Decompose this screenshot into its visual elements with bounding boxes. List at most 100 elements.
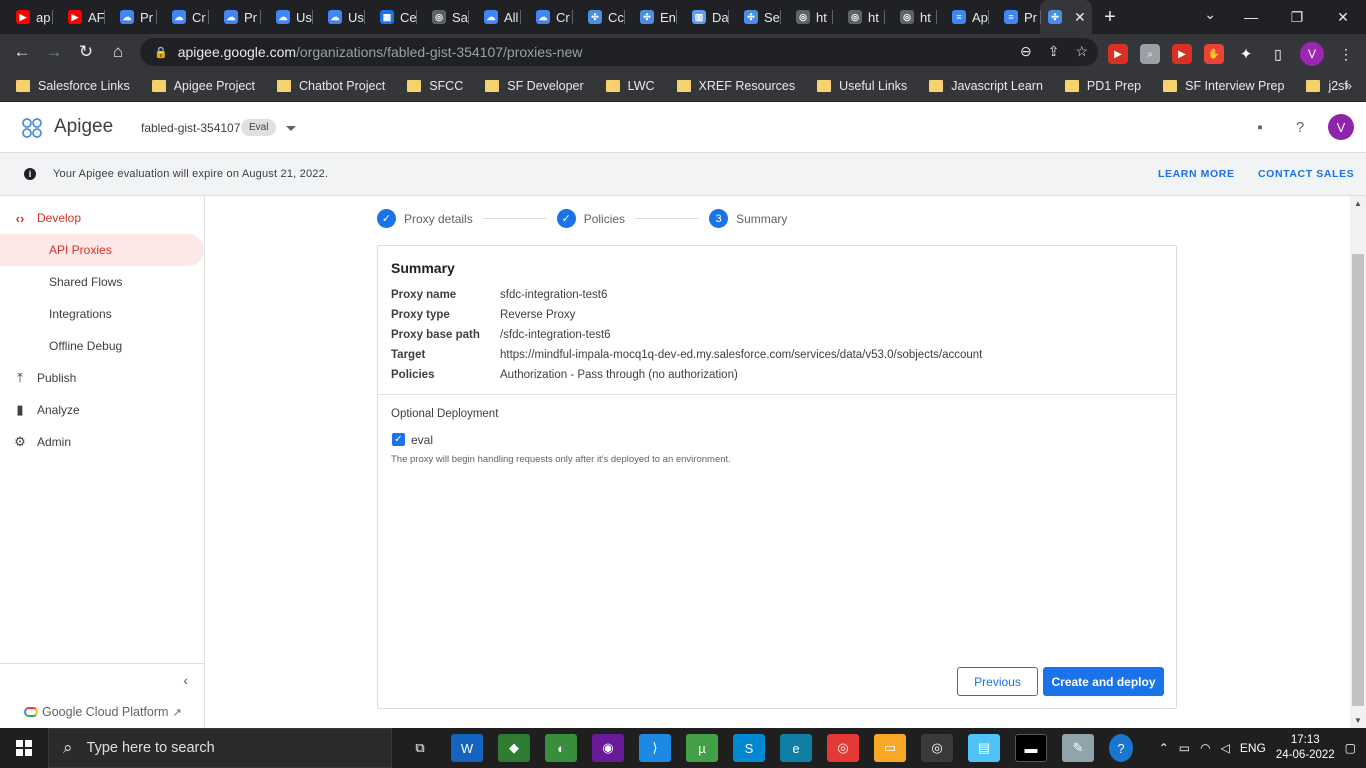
wifi-icon[interactable]: ◠ bbox=[1200, 741, 1210, 755]
browser-tab[interactable]: ▦ Ce bbox=[364, 0, 416, 34]
sidebar-item-analyze[interactable]: ▮ Analyze bbox=[0, 394, 204, 426]
browser-tab[interactable]: ☁ All bbox=[468, 0, 520, 34]
battery-icon[interactable]: ▭ bbox=[1179, 741, 1190, 755]
utorrent-icon[interactable]: µ bbox=[686, 734, 718, 762]
chevron-left-icon[interactable]: ‹ bbox=[183, 672, 188, 688]
minimize-icon[interactable]: — bbox=[1228, 0, 1274, 34]
sidebar-item-offline-debug[interactable]: Offline Debug bbox=[0, 330, 204, 362]
paint-icon[interactable]: ✎ bbox=[1062, 734, 1094, 762]
browser-tab-active[interactable]: ✣ ✕ bbox=[1040, 0, 1092, 34]
app-icon[interactable]: ▤ bbox=[968, 734, 1000, 762]
home-icon[interactable]: ⌂ bbox=[102, 36, 134, 68]
contact-sales-link[interactable]: CONTACT SALES bbox=[1258, 168, 1354, 180]
step-policies[interactable]: ✓ Policies bbox=[556, 209, 625, 228]
browser-tab[interactable]: ≡ Pr bbox=[988, 0, 1040, 34]
chrome-profile-icon[interactable]: ◎ bbox=[921, 734, 953, 762]
chevron-up-icon[interactable]: ⌃ bbox=[1159, 741, 1169, 755]
taskbar-search[interactable]: ⌕ Type here to search bbox=[48, 728, 392, 768]
browser-tab[interactable]: ≡ Ap bbox=[936, 0, 988, 34]
bookmark-folder[interactable]: XREF Resources bbox=[676, 79, 795, 93]
address-bar[interactable]: 🔒 apigee.google.com/organizations/fabled… bbox=[140, 38, 1098, 66]
windows-start-button[interactable] bbox=[0, 728, 48, 768]
help-icon[interactable]: ? bbox=[1288, 115, 1312, 139]
scroll-up-arrow-icon[interactable]: ▲ bbox=[1354, 199, 1362, 208]
sidebar-item-admin[interactable]: ⚙ Admin bbox=[0, 426, 204, 458]
app-name[interactable]: Apigee bbox=[54, 116, 113, 138]
apigee-logo-icon[interactable] bbox=[20, 116, 44, 140]
task-view-icon[interactable]: ⧉ bbox=[404, 734, 436, 762]
bookmark-folder[interactable]: PD1 Prep bbox=[1064, 79, 1141, 93]
dropdown-arrow-icon[interactable] bbox=[286, 126, 296, 131]
reload-icon[interactable]: ↻ bbox=[70, 36, 102, 68]
learn-more-link[interactable]: LEARN MORE bbox=[1158, 168, 1235, 180]
scrollbar[interactable]: ▲ ▼ bbox=[1350, 196, 1366, 728]
chrome-icon[interactable]: ◎ bbox=[827, 734, 859, 762]
kebab-menu-icon[interactable]: ⋮ bbox=[1336, 44, 1356, 64]
browser-tab[interactable]: ☁ Pr bbox=[104, 0, 156, 34]
share-icon[interactable]: ⇪ bbox=[1048, 43, 1060, 60]
scrollbar-thumb[interactable] bbox=[1352, 254, 1364, 706]
bookmark-folder[interactable]: Useful Links bbox=[817, 79, 907, 93]
sidebar-item-develop[interactable]: ‹› Develop bbox=[0, 202, 204, 234]
eval-checkbox-label[interactable]: eval bbox=[411, 433, 433, 447]
previous-button[interactable]: Previous bbox=[957, 667, 1038, 696]
bookmark-folder[interactable]: SF Interview Prep bbox=[1163, 79, 1284, 93]
browser-tab[interactable]: ◎ ht bbox=[832, 0, 884, 34]
google-cloud-platform-link[interactable]: Google Cloud Platform ↗ bbox=[24, 705, 182, 719]
volume-icon[interactable]: ◁ bbox=[1221, 741, 1230, 755]
bookmark-folder[interactable]: j2sf bbox=[1306, 79, 1348, 93]
restore-icon[interactable]: ❐ bbox=[1274, 0, 1320, 34]
profile-avatar[interactable]: V bbox=[1300, 42, 1324, 66]
sidebar-item-shared-flows[interactable]: Shared Flows bbox=[0, 266, 204, 298]
terminal-icon[interactable]: ▬ bbox=[1015, 734, 1047, 762]
browser-tab[interactable]: ☁ Us bbox=[312, 0, 364, 34]
browser-tab[interactable]: ◎ Sa bbox=[416, 0, 468, 34]
bookmark-folder[interactable]: Apigee Project bbox=[151, 79, 255, 93]
back-arrow-icon[interactable]: ← bbox=[6, 36, 38, 68]
bookmark-folder[interactable]: Javascript Learn bbox=[929, 79, 1043, 93]
bookmark-star-icon[interactable]: ☆ bbox=[1075, 43, 1088, 60]
browser-tab[interactable]: ☁ Pr bbox=[208, 0, 260, 34]
bookmark-folder[interactable]: Salesforce Links bbox=[16, 79, 130, 93]
bookmark-folder[interactable]: SF Developer bbox=[485, 79, 584, 93]
more-bookmarks-icon[interactable]: » bbox=[1345, 78, 1352, 93]
sidebar-item-publish[interactable]: ⤒ Publish bbox=[0, 362, 204, 394]
edge-icon[interactable]: e bbox=[780, 734, 812, 762]
eval-checkbox[interactable]: ✓ bbox=[392, 433, 405, 446]
feedback-icon[interactable]: ▪ bbox=[1248, 115, 1272, 139]
extension-icon[interactable]: ⌕ bbox=[1140, 44, 1160, 64]
puzzle-icon[interactable]: ✦ bbox=[1236, 44, 1256, 64]
extension-icon[interactable]: ✋ bbox=[1204, 44, 1224, 64]
sidebar-item-api-proxies[interactable]: API Proxies bbox=[0, 234, 204, 266]
browser-tab[interactable]: ✣ En bbox=[624, 0, 676, 34]
clock[interactable]: 17:13 24-06-2022 bbox=[1276, 733, 1335, 763]
browser-tab[interactable]: ▶ AF bbox=[52, 0, 104, 34]
notification-icon[interactable]: ▢ bbox=[1345, 741, 1356, 755]
bookmark-folder[interactable]: SFCC bbox=[407, 79, 463, 93]
app-icon[interactable]: ◐ bbox=[545, 734, 577, 762]
browser-tab[interactable]: ✣ Se bbox=[728, 0, 780, 34]
extension-icon[interactable]: ▶ bbox=[1172, 44, 1192, 64]
close-tab-icon[interactable]: ✕ bbox=[1074, 9, 1086, 26]
bookmark-folder[interactable]: Chatbot Project bbox=[277, 79, 385, 93]
browser-tab[interactable]: ▥ Da bbox=[676, 0, 728, 34]
browser-tab[interactable]: ☁ Cr bbox=[156, 0, 208, 34]
help-icon[interactable]: ? bbox=[1109, 734, 1133, 762]
forward-arrow-icon[interactable]: → bbox=[38, 36, 70, 68]
browser-tab[interactable]: ☁ Us bbox=[260, 0, 312, 34]
avatar[interactable]: V bbox=[1328, 114, 1354, 140]
bookmark-folder[interactable]: LWC bbox=[605, 79, 655, 93]
sidebar-item-integrations[interactable]: Integrations bbox=[0, 298, 204, 330]
vscode-icon[interactable]: ⟩ bbox=[639, 734, 671, 762]
scroll-down-arrow-icon[interactable]: ▼ bbox=[1354, 716, 1362, 725]
app-icon[interactable]: ◉ bbox=[592, 734, 624, 762]
browser-tab[interactable]: ✣ Cc bbox=[572, 0, 624, 34]
language-indicator[interactable]: ENG bbox=[1240, 741, 1266, 755]
browser-tab[interactable]: ▶ ap bbox=[0, 0, 52, 34]
file-explorer-icon[interactable]: ▭ bbox=[874, 734, 906, 762]
browser-tab[interactable]: ◎ ht bbox=[780, 0, 832, 34]
app-icon[interactable]: W bbox=[451, 734, 483, 762]
browser-tab[interactable]: ☁ Cr bbox=[520, 0, 572, 34]
skype-icon[interactable]: S bbox=[733, 734, 765, 762]
browser-tab[interactable]: ◎ ht bbox=[884, 0, 936, 34]
